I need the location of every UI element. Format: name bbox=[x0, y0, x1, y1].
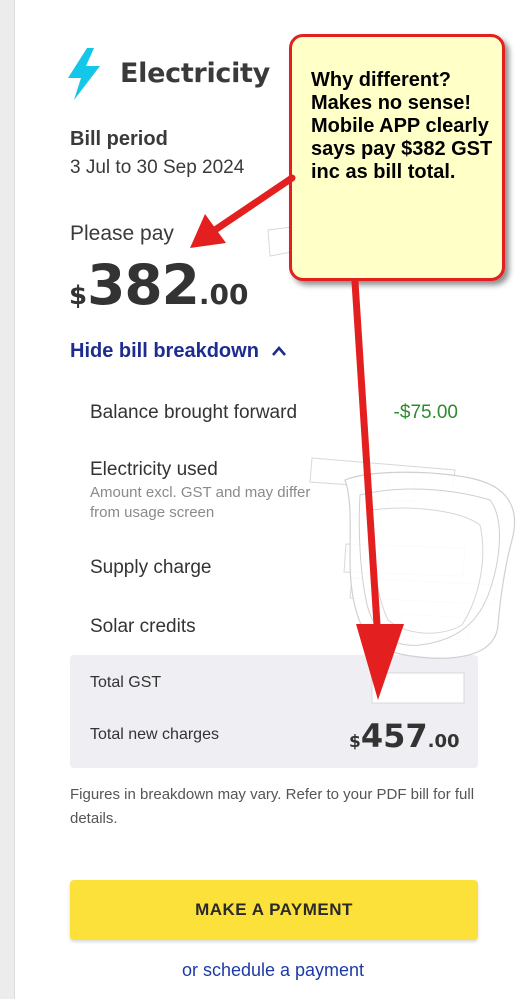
please-pay-label: Please pay bbox=[70, 222, 174, 245]
solar-credits-label: Solar credits bbox=[90, 616, 196, 637]
amount-due-currency: $ bbox=[69, 281, 88, 311]
make-payment-button[interactable]: MAKE A PAYMENT bbox=[70, 880, 478, 940]
amount-due-cents: .00 bbox=[198, 278, 249, 311]
balance-brought-forward-value: -$75.00 bbox=[393, 402, 458, 423]
annotation-text: Why different? Makes no sense! Mobile AP… bbox=[311, 69, 493, 183]
left-gutter bbox=[0, 0, 14, 999]
hide-bill-breakdown-toggle[interactable]: Hide bill breakdown bbox=[70, 340, 287, 363]
total-cents: .00 bbox=[427, 731, 460, 752]
total-currency: $ bbox=[349, 732, 361, 752]
electricity-used-note: Amount excl. GST and may differ from usa… bbox=[90, 484, 311, 521]
gutter-divider bbox=[14, 0, 15, 999]
electricity-used-label: Electricity used bbox=[90, 459, 218, 480]
arrow-to-amount-due bbox=[190, 174, 296, 248]
total-whole: 457 bbox=[360, 717, 428, 755]
toggle-label: Hide bill breakdown bbox=[70, 340, 259, 362]
bill-period-value: 3 Jul to 30 Sep 2024 bbox=[70, 157, 245, 178]
supply-charge-label: Supply charge bbox=[90, 557, 212, 578]
lightning-bolt-icon bbox=[68, 48, 100, 100]
annotation-callout: Why different? Makes no sense! Mobile AP… bbox=[289, 34, 505, 281]
schedule-payment-link[interactable]: or schedule a payment bbox=[0, 960, 520, 981]
arrow-to-total-charges bbox=[351, 278, 404, 700]
page-title: Electricity bbox=[120, 58, 270, 89]
amount-due-whole: 382 bbox=[87, 253, 200, 317]
total-new-charges-label: Total new charges bbox=[90, 726, 219, 743]
amount-due: $382.00 bbox=[69, 253, 249, 317]
balance-brought-forward-label: Balance brought forward bbox=[90, 402, 298, 423]
bill-period-label: Bill period bbox=[70, 128, 168, 150]
breakdown-disclaimer: Figures in breakdown may vary. Refer to … bbox=[70, 786, 475, 827]
total-gst-label: Total GST bbox=[90, 674, 162, 691]
total-new-charges-value: $457.00 bbox=[349, 717, 460, 755]
chevron-up-icon bbox=[272, 343, 287, 361]
